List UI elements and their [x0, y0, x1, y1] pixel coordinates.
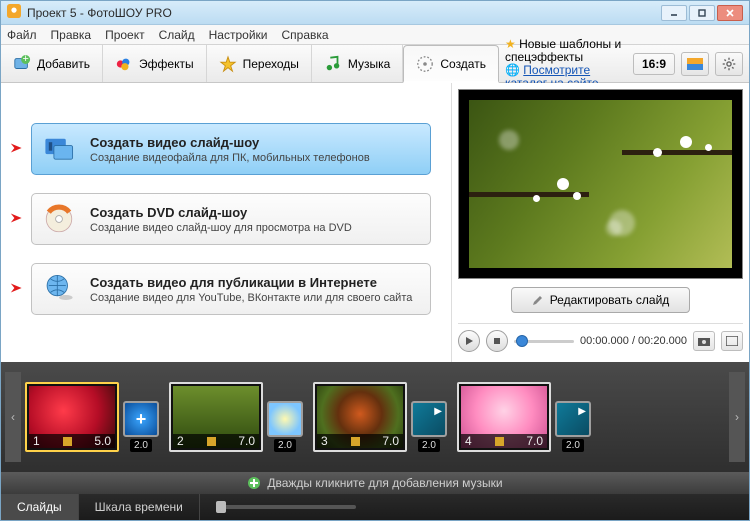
- transition-duration: 2.0: [130, 439, 152, 452]
- edit-slide-label: Редактировать слайд: [550, 293, 670, 307]
- menu-file[interactable]: Файл: [7, 28, 37, 42]
- transition-item[interactable]: + 2.0: [121, 401, 161, 452]
- pointer-arrow-icon: [9, 281, 27, 298]
- transition-duration: 2.0: [418, 439, 440, 452]
- slide-duration: 7.0: [526, 434, 543, 448]
- edit-slide-button[interactable]: Редактировать слайд: [511, 287, 691, 313]
- tab-create-label: Создать: [440, 57, 486, 71]
- slide-thumbnail[interactable]: 27.0: [169, 382, 263, 452]
- slide-thumbnail[interactable]: 15.0: [25, 382, 119, 452]
- option-title: Создать видео слайд-шоу: [90, 135, 370, 150]
- tab-add[interactable]: + Добавить: [1, 45, 103, 82]
- tab-music[interactable]: Музыка: [312, 45, 403, 82]
- pencil-icon: [207, 437, 216, 446]
- create-dvd-option[interactable]: Создать DVD слайд-шоу Создание видео сла…: [31, 193, 431, 245]
- stop-button[interactable]: [486, 330, 508, 352]
- music-hint: Дважды кликните для добавления музыки: [267, 476, 502, 490]
- tab-add-label: Добавить: [37, 57, 90, 71]
- pencil-icon: [351, 437, 360, 446]
- tab-transitions[interactable]: Переходы: [207, 45, 312, 82]
- preview-panel: Редактировать слайд 00:00.000 / 00:20.00…: [451, 83, 749, 362]
- menu-help[interactable]: Справка: [281, 28, 328, 42]
- transition-item[interactable]: 2.0: [265, 401, 305, 452]
- fullscreen-button[interactable]: [721, 331, 743, 351]
- pointer-arrow-icon: [9, 211, 27, 228]
- slide-item: 47.0 2.0: [457, 382, 593, 452]
- create-web-option[interactable]: Создать видео для публикации в Интернете…: [31, 263, 431, 315]
- globe-icon: 🌐: [505, 63, 520, 77]
- transition-item[interactable]: 2.0: [409, 401, 449, 452]
- pencil-icon: [63, 437, 72, 446]
- slide-item: 15.0 + 2.0: [25, 382, 161, 452]
- timeline-scroll-left[interactable]: ‹: [5, 372, 21, 462]
- transition-item[interactable]: 2.0: [553, 401, 593, 452]
- slide-number: 1: [33, 434, 40, 448]
- main-area: Создать видео слайд-шоу Создание видеофа…: [1, 83, 749, 362]
- create-panel: Создать видео слайд-шоу Создание видеофа…: [1, 83, 451, 362]
- tab-create[interactable]: Создать: [403, 45, 499, 83]
- snapshot-button[interactable]: [693, 331, 715, 351]
- settings-button[interactable]: [715, 52, 743, 76]
- transition-duration: 2.0: [274, 439, 296, 452]
- tab-music-label: Музыка: [348, 57, 390, 71]
- timeline-scroll-right[interactable]: ›: [729, 372, 745, 462]
- menu-project[interactable]: Проект: [105, 28, 145, 42]
- app-icon: [7, 4, 21, 21]
- main-toolbar: + Добавить Эффекты Переходы Музыка Созда…: [1, 45, 749, 83]
- pencil-icon: [495, 437, 504, 446]
- zoom-slider[interactable]: [200, 505, 749, 509]
- seek-slider[interactable]: [514, 333, 574, 349]
- option-title: Создать DVD слайд-шоу: [90, 205, 352, 220]
- promo-line1: Новые шаблоны и спецэффекты: [505, 37, 621, 64]
- timeline: ‹ 15.0 + 2.0 27.0 2.0 37.: [1, 362, 749, 472]
- maximize-button[interactable]: [689, 5, 715, 21]
- tab-effects[interactable]: Эффекты: [103, 45, 207, 82]
- slide-item: 27.0 2.0: [169, 382, 305, 452]
- slide-duration: 5.0: [94, 434, 111, 448]
- option-subtitle: Создание видео слайд-шоу для просмотра н…: [90, 222, 352, 234]
- transition-duration: 2.0: [562, 439, 584, 452]
- create-video-option[interactable]: Создать видео слайд-шоу Создание видеофа…: [31, 123, 431, 175]
- window-title: Проект 5 - ФотоШОУ PRO: [27, 6, 661, 20]
- option-subtitle: Создание видеофайла для ПК, мобильных те…: [90, 152, 370, 164]
- option-title: Создать видео для публикации в Интернете: [90, 275, 412, 290]
- minimize-button[interactable]: [661, 5, 687, 21]
- pointer-arrow-icon: [9, 141, 27, 158]
- preview-viewport: [458, 89, 743, 279]
- slide-number: 3: [321, 434, 328, 448]
- option-subtitle: Создание видео для YouTube, ВКонтакте ил…: [90, 292, 412, 304]
- promo-block: ★ Новые шаблоны и спецэффекты 🌐 Посмотри…: [505, 38, 627, 90]
- timecode: 00:00.000 / 00:20.000: [580, 335, 687, 347]
- bottom-tab-slides[interactable]: Слайды: [1, 494, 79, 520]
- slide-duration: 7.0: [382, 434, 399, 448]
- aspect-button[interactable]: 16:9: [633, 53, 675, 75]
- tab-effects-label: Эффекты: [139, 57, 194, 71]
- close-button[interactable]: [717, 5, 743, 21]
- slide-duration: 7.0: [238, 434, 255, 448]
- slide-number: 4: [465, 434, 472, 448]
- bottom-tabs: Слайды Шкала времени: [1, 494, 749, 520]
- svg-text:+: +: [22, 55, 28, 65]
- theme-button[interactable]: [681, 52, 709, 76]
- tab-transitions-label: Переходы: [243, 57, 299, 71]
- slide-item: 37.0 2.0: [313, 382, 449, 452]
- slide-thumbnail[interactable]: 37.0: [313, 382, 407, 452]
- playback-controls: 00:00.000 / 00:20.000: [458, 323, 743, 352]
- toolbar-right: ★ Новые шаблоны и спецэффекты 🌐 Посмотри…: [499, 45, 749, 82]
- menu-edit[interactable]: Правка: [51, 28, 92, 42]
- app-window: Проект 5 - ФотоШОУ PRO Файл Правка Проек…: [0, 0, 750, 521]
- menu-slide[interactable]: Слайд: [159, 28, 195, 42]
- slide-thumbnail[interactable]: 47.0: [457, 382, 551, 452]
- play-button[interactable]: [458, 330, 480, 352]
- menu-settings[interactable]: Настройки: [209, 28, 268, 42]
- bottom-tab-timeline[interactable]: Шкала времени: [79, 494, 200, 520]
- slide-number: 2: [177, 434, 184, 448]
- menubar: Файл Правка Проект Слайд Настройки Справ…: [1, 25, 749, 45]
- titlebar: Проект 5 - ФотоШОУ PRO: [1, 1, 749, 25]
- music-track[interactable]: Дважды кликните для добавления музыки: [1, 472, 749, 494]
- star-icon: ★: [505, 37, 516, 51]
